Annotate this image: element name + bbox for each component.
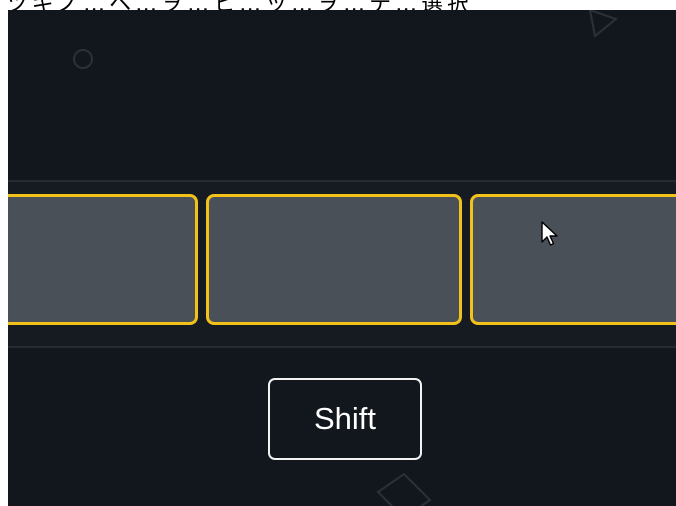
circle-outline-icon	[73, 49, 93, 69]
shift-button[interactable]: Shift	[268, 378, 422, 460]
triangle-outline-icon	[588, 10, 619, 38]
game-panel: Shift	[8, 10, 676, 506]
card-1[interactable]	[8, 194, 198, 325]
shift-button-label: Shift	[313, 401, 377, 436]
mouse-pointer-icon	[541, 221, 558, 246]
card-3[interactable]	[470, 194, 676, 325]
card-tray	[8, 180, 676, 348]
left-margin	[0, 0, 8, 506]
card-2[interactable]	[206, 194, 462, 325]
instruction-text: ツギノ…ヘ…ヲ…ヒ…ッ…ヲ…テ…選択	[6, 0, 473, 10]
screen: ツギノ…ヘ…ヲ…ヒ…ッ…ヲ…テ…選択 Shift	[0, 0, 676, 506]
instruction-bar: ツギノ…ヘ…ヲ…ヒ…ッ…ヲ…テ…選択	[0, 0, 676, 10]
diamond-outline-icon	[376, 472, 432, 506]
